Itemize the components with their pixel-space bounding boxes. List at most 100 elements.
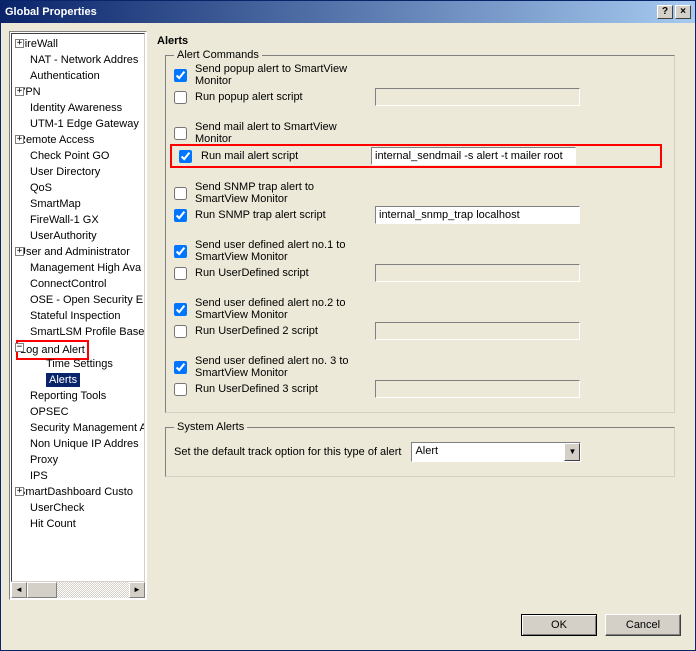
alert-commands-fieldset: Alert Commands Send popup alert to Smart… <box>165 55 675 413</box>
tree-item-label: SmartMap <box>30 198 81 210</box>
tree-item[interactable]: Hit Count <box>14 516 144 532</box>
window-title: Global Properties <box>5 6 655 18</box>
titlebar: Global Properties ? × <box>1 1 695 23</box>
tree-item[interactable]: +SmartDashboard Custo <box>14 484 144 500</box>
tree-item[interactable]: Management High Ava <box>14 260 144 276</box>
tree-item-label: User and Administrator <box>18 246 130 258</box>
snmp-run-checkbox[interactable]: Run SNMP trap alert script <box>174 209 369 222</box>
tree-item[interactable]: UserCheck <box>14 500 144 516</box>
help-button[interactable]: ? <box>657 5 673 19</box>
tree-item[interactable]: +Remote Access <box>14 132 144 148</box>
mail-run-checkbox[interactable]: Run mail alert script <box>175 147 365 166</box>
tree-item[interactable]: Time Settings <box>14 356 144 372</box>
ud3-run-field[interactable] <box>375 380 580 398</box>
snmp-run-field[interactable]: internal_snmp_trap localhost <box>375 206 580 224</box>
tree-panel: +FireWall NAT - Network Addres Authenticat… <box>9 31 147 600</box>
tree-item[interactable]: OPSEC <box>14 404 144 420</box>
tree-item-label: Authentication <box>30 70 100 82</box>
tree-item-label: Stateful Inspection <box>30 310 121 322</box>
chevron-down-icon[interactable]: ▼ <box>564 443 580 461</box>
tree-item[interactable]: IPS <box>14 468 144 484</box>
tree-item-label: QoS <box>30 182 52 194</box>
tree-item-label: OPSEC <box>30 406 69 418</box>
popup-send-checkbox[interactable]: Send popup alert to SmartView Monitor <box>174 63 369 87</box>
close-button[interactable]: × <box>675 5 691 19</box>
mail-send-checkbox[interactable]: Send mail alert to SmartView Monitor <box>174 121 369 145</box>
tree-item-label: ConnectControl <box>30 278 106 290</box>
tree-item-label: Check Point GO <box>30 150 109 162</box>
tree-item[interactable]: User Directory <box>14 164 144 180</box>
tree-item[interactable]: UTM-1 Edge Gateway <box>14 116 144 132</box>
popup-run-checkbox[interactable]: Run popup alert script <box>174 91 369 104</box>
mail-run-highlight: Run mail alert script internal_sendmail … <box>170 144 662 168</box>
tree-item[interactable]: Alerts <box>14 372 144 388</box>
tree-item[interactable]: +VPN <box>14 84 144 100</box>
tree-item[interactable]: +FireWall <box>14 36 144 52</box>
tree-item-label: Proxy <box>30 454 58 466</box>
scroll-right-button[interactable]: ► <box>129 582 145 598</box>
default-track-dropdown[interactable]: Alert ▼ <box>411 442 581 462</box>
tree-item-label: Hit Count <box>30 518 76 530</box>
tree-item-label: UserAuthority <box>30 230 97 242</box>
tree-item-label: UserCheck <box>30 502 84 514</box>
tree-item[interactable]: Stateful Inspection <box>14 308 144 324</box>
ud1-run-field[interactable] <box>375 264 580 282</box>
tree-item-label: User Directory <box>30 166 100 178</box>
tree-item[interactable]: UserAuthority <box>14 228 144 244</box>
scroll-track[interactable] <box>27 582 129 598</box>
tree-item-label: Management High Ava <box>30 262 141 274</box>
tree-expander-icon[interactable]: − <box>15 343 24 352</box>
tree-item[interactable]: Proxy <box>14 452 144 468</box>
system-alerts-legend: System Alerts <box>174 421 247 433</box>
tree-item-label: Security Management A <box>30 422 145 434</box>
ud1-send-checkbox[interactable]: Send user defined alert no.1 to SmartVie… <box>174 239 369 263</box>
ud2-send-checkbox[interactable]: Send user defined alert no.2 to SmartVie… <box>174 297 369 321</box>
tree-expander-icon[interactable]: + <box>15 87 24 96</box>
mail-run-field[interactable]: internal_sendmail -s alert -t mailer roo… <box>371 147 576 165</box>
tree-item-label: Identity Awareness <box>30 102 122 114</box>
tree-item[interactable]: SmartLSM Profile Base <box>14 324 144 340</box>
tree-item-label: SmartLSM Profile Base <box>30 326 144 338</box>
default-track-value: Alert <box>412 443 564 461</box>
tree-item[interactable]: Reporting Tools <box>14 388 144 404</box>
tree-item[interactable]: FireWall-1 GX <box>14 212 144 228</box>
tree-expander-icon[interactable]: + <box>15 135 24 144</box>
tree-item[interactable]: Security Management A <box>14 420 144 436</box>
tree-expander-icon[interactable]: + <box>15 39 24 48</box>
nav-tree[interactable]: +FireWall NAT - Network Addres Authenticat… <box>11 33 145 582</box>
tree-item-label: Reporting Tools <box>30 390 106 402</box>
snmp-send-checkbox[interactable]: Send SNMP trap alert to SmartView Monito… <box>174 181 369 205</box>
ud3-run-checkbox[interactable]: Run UserDefined 3 script <box>174 383 369 396</box>
scroll-thumb[interactable] <box>27 582 57 598</box>
content-area: +FireWall NAT - Network Addres Authenticat… <box>1 23 695 608</box>
tree-item[interactable]: Authentication <box>14 68 144 84</box>
cancel-button[interactable]: Cancel <box>605 614 681 636</box>
tree-item[interactable]: ConnectControl <box>14 276 144 292</box>
tree-item[interactable]: SmartMap <box>14 196 144 212</box>
ud2-run-field[interactable] <box>375 322 580 340</box>
ud1-run-checkbox[interactable]: Run UserDefined script <box>174 267 369 280</box>
tree-item[interactable]: Identity Awareness <box>14 100 144 116</box>
tree-item[interactable]: +User and Administrator <box>14 244 144 260</box>
tree-expander-icon[interactable]: + <box>15 247 24 256</box>
ud3-send-checkbox[interactable]: Send user defined alert no. 3 to SmartVi… <box>174 355 369 379</box>
tree-item[interactable]: −Log and Alert <box>14 340 144 356</box>
popup-run-field[interactable] <box>375 88 580 106</box>
tree-item-label: Remote Access <box>18 134 94 146</box>
tree-item[interactable]: QoS <box>14 180 144 196</box>
tree-item-label: Time Settings <box>46 358 113 370</box>
ok-button[interactable]: OK <box>521 614 597 636</box>
scroll-left-button[interactable]: ◄ <box>11 582 27 598</box>
ud2-run-checkbox[interactable]: Run UserDefined 2 script <box>174 325 369 338</box>
default-track-label: Set the default track option for this ty… <box>174 446 401 458</box>
tree-item[interactable]: OSE - Open Security E <box>14 292 144 308</box>
tree-item-label: Non Unique IP Addres <box>30 438 139 450</box>
system-alerts-fieldset: System Alerts Set the default track opti… <box>165 427 675 477</box>
tree-item-label: NAT - Network Addres <box>30 54 138 66</box>
tree-item[interactable]: Non Unique IP Addres <box>14 436 144 452</box>
tree-expander-icon[interactable]: + <box>15 487 24 496</box>
tree-item[interactable]: Check Point GO <box>14 148 144 164</box>
tree-item[interactable]: NAT - Network Addres <box>14 52 144 68</box>
page-heading: Alerts <box>157 35 683 47</box>
tree-scrollbar[interactable]: ◄ ► <box>11 582 145 598</box>
